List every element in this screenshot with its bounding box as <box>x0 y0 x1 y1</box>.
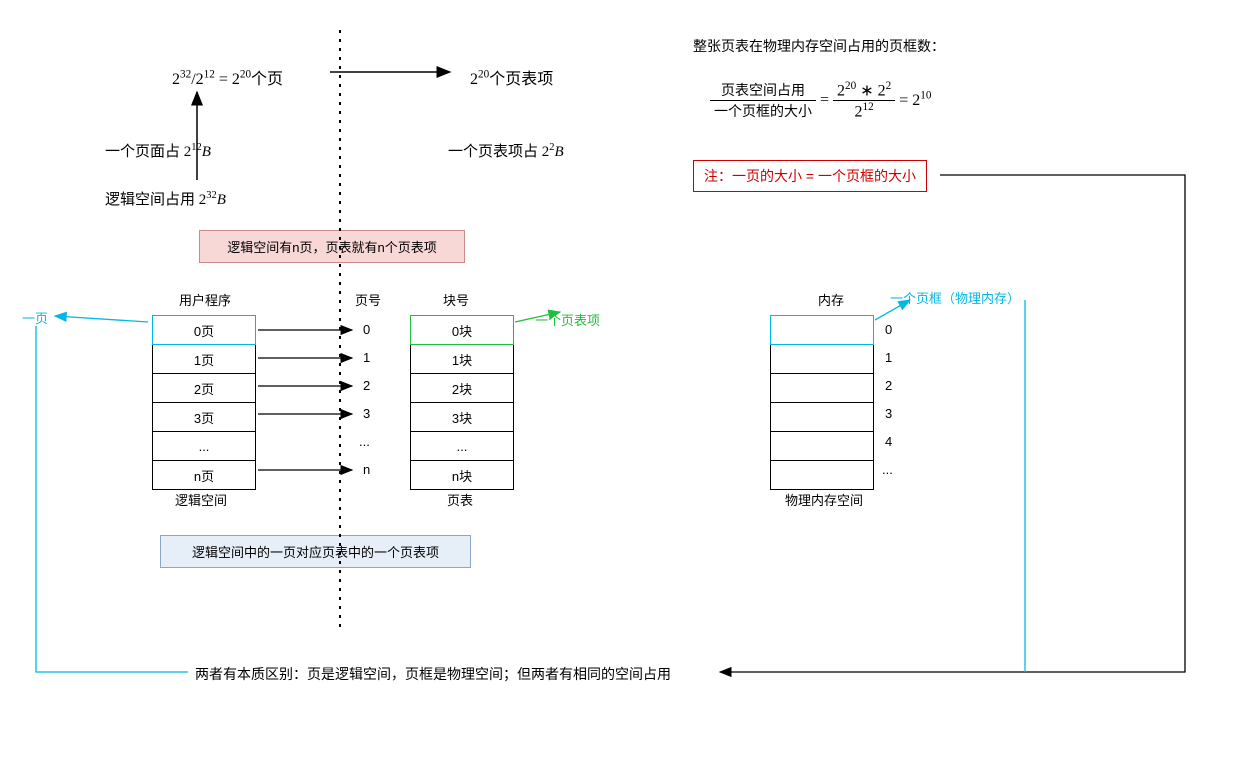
eq-pages: 232/212 = 220个页 <box>172 65 283 89</box>
hdr-user-prog: 用户程序 <box>179 290 231 309</box>
label-logic-space: 逻辑空间 <box>175 490 227 509</box>
mem-no-3: 3 <box>885 406 892 421</box>
note-box: 注：一页的大小 = 一个页框的大小 <box>693 160 927 192</box>
pink-callout: 逻辑空间有n页，页表就有n个页表项 <box>199 230 465 263</box>
mem-table <box>770 315 874 490</box>
hdr-page-no: 页号 <box>355 290 381 309</box>
logic-size: 逻辑空间占用 232B <box>105 188 226 209</box>
mem-no-4: 4 <box>885 434 892 449</box>
label-page-frame: 一个页框（物理内存） <box>890 288 1020 307</box>
mem-no-1: 1 <box>885 350 892 365</box>
hdr-block-no: 块号 <box>443 290 469 309</box>
label-phys-space: 物理内存空间 <box>785 490 863 509</box>
page-size: 一个页面占 212B <box>105 140 211 161</box>
mem-no-2: 2 <box>885 378 892 393</box>
label-page-table: 页表 <box>447 490 473 509</box>
logic-table: 0页 1页 2页 3页 ... n页 <box>152 315 256 490</box>
mem-no-0: 0 <box>885 322 892 337</box>
page-no-1: 1 <box>363 350 370 365</box>
page-no-4: ... <box>359 434 370 449</box>
page-no-3: 3 <box>363 406 370 421</box>
page-no-5: n <box>363 462 370 477</box>
label-one-entry: 一个页表项 <box>535 310 600 329</box>
hdr-memory: 内存 <box>818 290 844 309</box>
bottom-note: 两者有本质区别：页是逻辑空间，页框是物理空间；但两者有相同的空间占用 <box>195 664 671 684</box>
label-one-page: 一页 <box>22 308 48 327</box>
right-heading: 整张页表在物理内存空间占用的页框数： <box>693 36 945 56</box>
eq-entries: 220个页表项 <box>470 65 553 89</box>
mem-no-5: ... <box>882 462 893 477</box>
page-no-2: 2 <box>363 378 370 393</box>
block-table: 0块 1块 2块 3块 ... n块 <box>410 315 514 490</box>
right-formula: 页表空间占用一个页框的大小 = 220 ∗ 22212 = 210 <box>710 80 931 122</box>
page-no-0: 0 <box>363 322 370 337</box>
entry-size: 一个页表项占 22B <box>448 140 564 161</box>
blue-callout: 逻辑空间中的一页对应页表中的一个页表项 <box>160 535 471 568</box>
